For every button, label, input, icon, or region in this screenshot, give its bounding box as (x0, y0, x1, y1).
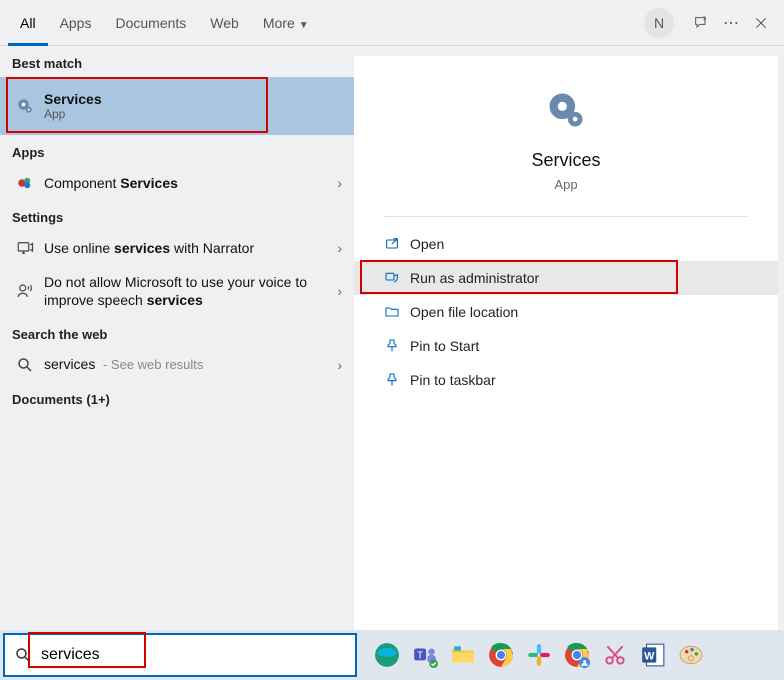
speech-icon (12, 282, 38, 300)
search-input[interactable] (41, 646, 355, 664)
taskbar-word-icon[interactable]: W (638, 640, 668, 670)
search-icon (12, 356, 38, 374)
taskbar-edge-icon[interactable] (372, 640, 402, 670)
close-icon[interactable] (746, 8, 776, 38)
result-services-app[interactable]: Services App (0, 77, 354, 135)
result-component-services[interactable]: Component Services › (0, 166, 354, 200)
action-pin-to-start[interactable]: Pin to Start (354, 329, 778, 363)
taskbar-teams-icon[interactable]: T (410, 640, 440, 670)
chevron-right-icon: › (337, 357, 342, 373)
tab-apps[interactable]: Apps (48, 0, 104, 46)
result-narrator-services[interactable]: Use online services with Narrator › (0, 231, 354, 265)
documents-heading: Documents (1+) (0, 382, 354, 413)
svg-text:W: W (644, 650, 655, 662)
chevron-right-icon: › (337, 240, 342, 256)
narrator-icon (12, 239, 38, 257)
result-speech-services[interactable]: Do not allow Microsoft to use your voice… (0, 265, 354, 317)
search-box[interactable] (3, 633, 357, 677)
taskbar-snip-icon[interactable] (600, 640, 630, 670)
folder-icon (384, 304, 410, 320)
result-web-services[interactable]: services - See web results › (0, 348, 354, 382)
preview-title: Services (354, 150, 778, 171)
action-pin-to-taskbar[interactable]: Pin to taskbar (354, 363, 778, 397)
apps-heading: Apps (0, 135, 354, 166)
search-web-heading: Search the web (0, 317, 354, 348)
action-open-file-location[interactable]: Open file location (354, 295, 778, 329)
open-icon (384, 236, 410, 252)
feedback-icon[interactable] (686, 8, 716, 38)
best-match-subtitle: App (44, 107, 342, 121)
admin-shield-icon (384, 270, 410, 286)
search-icon (5, 646, 41, 664)
action-run-as-admin[interactable]: Run as administrator (354, 261, 778, 295)
best-match-title: Services (44, 91, 102, 107)
services-gear-icon (12, 97, 38, 115)
taskbar: T W (0, 630, 784, 680)
pin-icon (384, 338, 410, 354)
component-services-icon (12, 174, 38, 192)
taskbar-slack-icon[interactable] (524, 640, 554, 670)
user-avatar[interactable]: N (644, 8, 674, 38)
tab-web[interactable]: Web (198, 0, 251, 46)
svg-text:T: T (417, 650, 423, 661)
chevron-down-icon: ▼ (299, 20, 309, 31)
pin-icon (384, 372, 410, 388)
taskbar-explorer-icon[interactable] (448, 640, 478, 670)
chevron-right-icon: › (337, 175, 342, 191)
tab-all[interactable]: All (8, 0, 48, 46)
tab-more[interactable]: More▼ (251, 0, 321, 46)
tab-documents[interactable]: Documents (103, 0, 198, 46)
action-open[interactable]: Open (354, 227, 778, 261)
preview-pane: Services App Open Run as administrator O… (354, 56, 778, 630)
taskbar-chrome-canary-icon[interactable] (562, 640, 592, 670)
services-large-icon (542, 86, 590, 134)
settings-heading: Settings (0, 200, 354, 231)
results-pane: Best match Services App Apps Component S… (0, 46, 354, 630)
more-options-icon[interactable]: ⋯ (716, 8, 746, 38)
search-tabs: All Apps Documents Web More▼ N ⋯ (0, 0, 784, 46)
chevron-right-icon: › (337, 283, 342, 299)
taskbar-paint-icon[interactable] (676, 640, 706, 670)
best-match-heading: Best match (0, 46, 354, 77)
taskbar-chrome-icon[interactable] (486, 640, 516, 670)
preview-subtitle: App (354, 177, 778, 192)
